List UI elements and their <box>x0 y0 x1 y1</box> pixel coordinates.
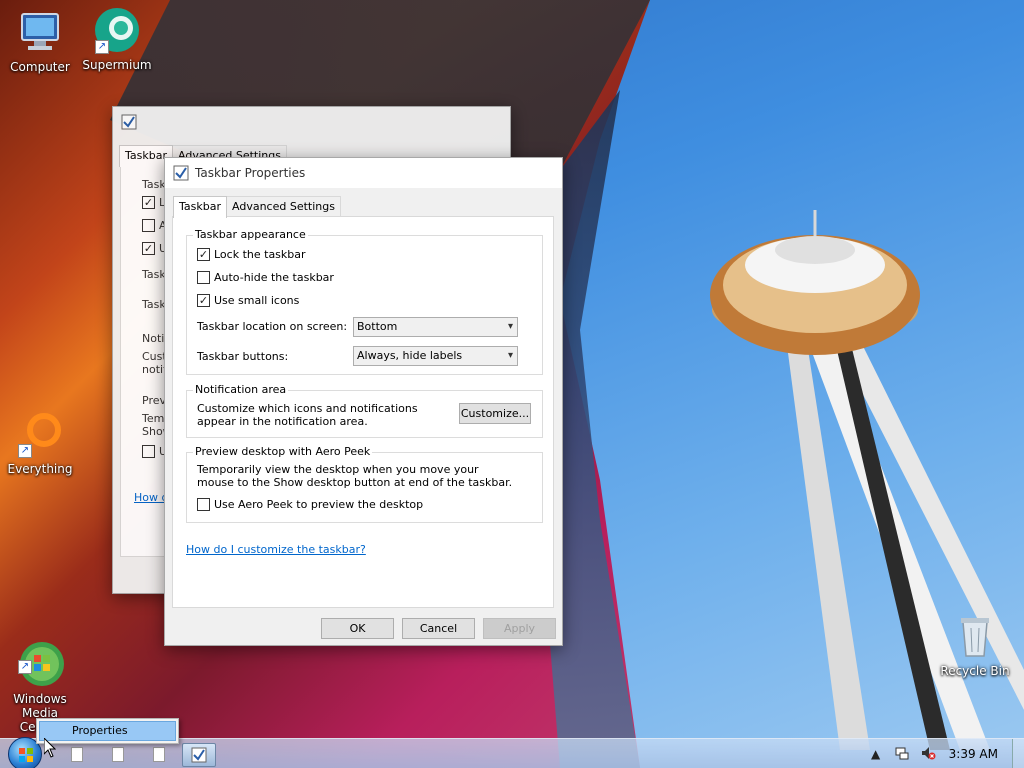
taskbar-properties-icon <box>191 747 207 763</box>
autohide-taskbar-label: Auto-hide the taskbar <box>214 271 334 284</box>
location-value: Bottom <box>357 320 398 333</box>
tab-advanced-settings[interactable]: Advanced Settings <box>226 196 341 217</box>
taskbar-properties-icon <box>121 114 137 130</box>
shortcut-arrow-icon: ↗ <box>18 660 32 674</box>
location-label: Taskbar location on screen: <box>197 320 348 333</box>
tab-strip: Taskbar Advanced Settings <box>173 196 341 218</box>
location-dropdown[interactable]: Bottom ▾ <box>353 317 518 337</box>
taskbar-properties-dialog[interactable]: Taskbar Properties Taskbar Advanced Sett… <box>164 157 563 646</box>
document-icon <box>153 747 165 762</box>
checkbox[interactable]: ✓ <box>142 242 155 255</box>
lock-taskbar-checkbox[interactable]: ✓ <box>197 248 210 261</box>
small-icons-label: Use small icons <box>214 294 300 307</box>
document-icon <box>71 747 83 762</box>
autohide-taskbar-row[interactable]: Auto-hide the taskbar <box>197 271 334 284</box>
desktop-icon-label: Supermium <box>82 58 152 72</box>
windows-media-center-icon: ↗ <box>16 626 64 686</box>
group-title: Taskbar appearance <box>193 228 308 241</box>
mouse-pointer-icon <box>44 738 56 758</box>
ok-button[interactable]: OK <box>321 618 394 639</box>
tab-panel-taskbar: Taskbar appearance ✓ Lock the taskbar Au… <box>172 216 554 608</box>
small-icons-checkbox[interactable]: ✓ <box>197 294 210 307</box>
show-hidden-icons-icon[interactable]: ▲ <box>867 745 885 763</box>
taskbar-context-menu: Properties <box>36 718 179 744</box>
description-text: Cust <box>142 350 167 363</box>
group-taskbar-appearance: Taskbar appearance ✓ Lock the taskbar Au… <box>186 228 543 375</box>
checkbox-row: ✓ L <box>142 196 166 209</box>
group-title: Task <box>142 178 166 191</box>
taskbar-item[interactable] <box>60 743 94 767</box>
aero-peek-description: Temporarily view the desktop when you mo… <box>197 463 513 489</box>
tab-taskbar[interactable]: Taskbar <box>173 196 227 218</box>
help-link[interactable]: How do I customize the taskbar? <box>186 543 366 556</box>
taskbar-item[interactable] <box>142 743 176 767</box>
aero-peek-row[interactable]: Use Aero Peek to preview the desktop <box>197 498 423 511</box>
taskbar-properties-icon <box>173 165 189 181</box>
recycle-bin-icon <box>951 612 999 660</box>
everything-icon: ↗ <box>16 410 64 458</box>
group-title: Notification area <box>193 383 289 396</box>
window-title: Taskbar Properties <box>195 166 306 180</box>
desktop-icon-label: Everything <box>7 462 73 476</box>
desktop-icon-everything[interactable]: ↗ Everything <box>0 410 80 476</box>
taskbar-buttons-dropdown[interactable]: Always, hide labels ▾ <box>353 346 518 366</box>
taskbar-clock[interactable]: 3:39 AM <box>949 747 998 761</box>
taskbar-item[interactable] <box>101 743 135 767</box>
lock-taskbar-row[interactable]: ✓ Lock the taskbar <box>197 248 306 261</box>
group-title: Preview desktop with Aero Peek <box>193 445 373 458</box>
shortcut-arrow-icon: ↗ <box>18 444 32 458</box>
chevron-down-icon: ▾ <box>507 350 513 361</box>
checkbox[interactable] <box>142 445 155 458</box>
desktop-icon-label: Computer <box>10 60 70 74</box>
group-title: Prev <box>142 394 166 407</box>
apply-button[interactable]: Apply <box>483 618 556 639</box>
computer-icon <box>16 8 64 56</box>
system-tray: ▲ 3:39 AM <box>863 739 1024 768</box>
desktop-icon-computer[interactable]: Computer <box>0 8 80 74</box>
checkbox-row: A <box>142 219 167 232</box>
desktop-icon-label: Recycle Bin <box>940 664 1010 678</box>
desktop-icon-recycle-bin[interactable]: Recycle Bin <box>935 612 1015 678</box>
aero-peek-label: Use Aero Peek to preview the desktop <box>214 498 424 511</box>
shortcut-arrow-icon: ↗ <box>95 40 109 54</box>
taskbar-item-taskbar-properties[interactable] <box>182 743 216 767</box>
document-icon <box>112 747 124 762</box>
customize-button[interactable]: Customize... <box>459 403 531 424</box>
lock-taskbar-label: Lock the taskbar <box>214 248 306 261</box>
supermium-icon: ↗ <box>93 6 141 54</box>
window-titlebar[interactable]: Taskbar Properties <box>165 158 562 188</box>
chevron-down-icon: ▾ <box>507 321 513 332</box>
menu-item-properties[interactable]: Properties <box>39 721 176 741</box>
small-icons-row[interactable]: ✓ Use small icons <box>197 294 299 307</box>
show-desktop-button[interactable] <box>1012 739 1024 768</box>
group-aero-peek: Preview desktop with Aero Peek Temporari… <box>186 445 543 523</box>
field-label: Task <box>142 298 166 311</box>
window-titlebar[interactable] <box>113 107 510 137</box>
checkbox[interactable] <box>142 219 155 232</box>
network-icon[interactable] <box>893 745 911 763</box>
checkbox[interactable]: ✓ <box>142 196 155 209</box>
group-notification-area: Notification area Customize which icons … <box>186 383 543 438</box>
buttons-label: Taskbar buttons: <box>197 350 289 363</box>
taskbar-buttons-value: Always, hide labels <box>357 349 463 362</box>
cancel-button[interactable]: Cancel <box>402 618 475 639</box>
desktop-icon-supermium[interactable]: ↗ Supermium <box>77 6 157 72</box>
volume-muted-icon[interactable] <box>919 745 937 763</box>
field-label: Task <box>142 268 166 281</box>
aero-peek-checkbox[interactable] <box>197 498 210 511</box>
autohide-taskbar-checkbox[interactable] <box>197 271 210 284</box>
notification-description: Customize which icons and notifications … <box>197 402 418 428</box>
